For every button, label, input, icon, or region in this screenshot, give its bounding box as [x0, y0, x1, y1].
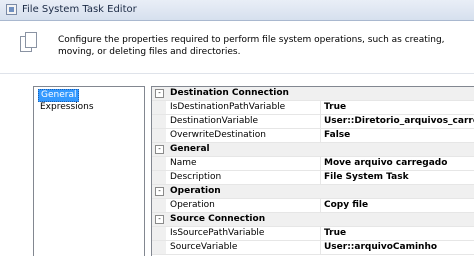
- category-operation[interactable]: - Operation: [152, 185, 474, 199]
- category-label: General: [170, 144, 210, 154]
- property-value[interactable]: True: [324, 228, 474, 238]
- category-destination-connection[interactable]: - Destination Connection: [152, 87, 474, 101]
- collapse-icon[interactable]: -: [155, 215, 164, 224]
- property-row[interactable]: Operation Copy file: [152, 199, 474, 213]
- navigation-list: General Expressions: [33, 86, 145, 256]
- collapse-icon[interactable]: -: [155, 187, 164, 196]
- header-description: Configure the properties required to per…: [58, 35, 445, 57]
- nav-item-expressions[interactable]: Expressions: [38, 102, 96, 113]
- title-bar: File System Task Editor: [0, 0, 474, 21]
- app-icon: [6, 4, 17, 15]
- property-value[interactable]: File System Task: [324, 172, 474, 182]
- property-row[interactable]: Name Move arquivo carregado: [152, 157, 474, 171]
- property-name: Operation: [170, 200, 215, 210]
- property-row[interactable]: SourceVariable User::arquivoCaminho: [152, 241, 474, 255]
- property-value[interactable]: User::Diretorio_arquivos_carregados: [324, 116, 474, 126]
- documents-icon: [20, 32, 38, 54]
- category-general[interactable]: - General: [152, 143, 474, 157]
- property-name: OverwriteDestination: [170, 130, 266, 140]
- property-name: Name: [170, 158, 197, 168]
- window-title: File System Task Editor: [22, 4, 137, 15]
- collapse-icon[interactable]: -: [155, 89, 164, 98]
- property-name: IsDestinationPathVariable: [170, 102, 286, 112]
- property-name: SourceVariable: [170, 242, 238, 252]
- category-source-connection[interactable]: - Source Connection: [152, 213, 474, 227]
- property-name: IsSourcePathVariable: [170, 228, 265, 238]
- property-name: Description: [170, 172, 222, 182]
- nav-item-general[interactable]: General: [38, 89, 80, 102]
- property-value[interactable]: Copy file: [324, 200, 474, 210]
- property-value[interactable]: Move arquivo carregado: [324, 158, 474, 168]
- category-label: Source Connection: [170, 214, 266, 224]
- property-name: DestinationVariable: [170, 116, 259, 126]
- property-value[interactable]: User::arquivoCaminho: [324, 242, 474, 252]
- property-row[interactable]: IsSourcePathVariable True: [152, 227, 474, 241]
- property-grid: - Destination Connection IsDestinationPa…: [151, 86, 474, 256]
- property-row[interactable]: IsDestinationPathVariable True: [152, 101, 474, 115]
- category-label: Destination Connection: [170, 88, 289, 98]
- property-value[interactable]: False: [324, 130, 474, 140]
- property-value[interactable]: True: [324, 102, 474, 112]
- property-row[interactable]: Description File System Task: [152, 171, 474, 185]
- category-label: Operation: [170, 186, 221, 196]
- property-row[interactable]: OverwriteDestination False: [152, 129, 474, 143]
- property-row[interactable]: DestinationVariable User::Diretorio_arqu…: [152, 115, 474, 129]
- collapse-icon[interactable]: -: [155, 145, 164, 154]
